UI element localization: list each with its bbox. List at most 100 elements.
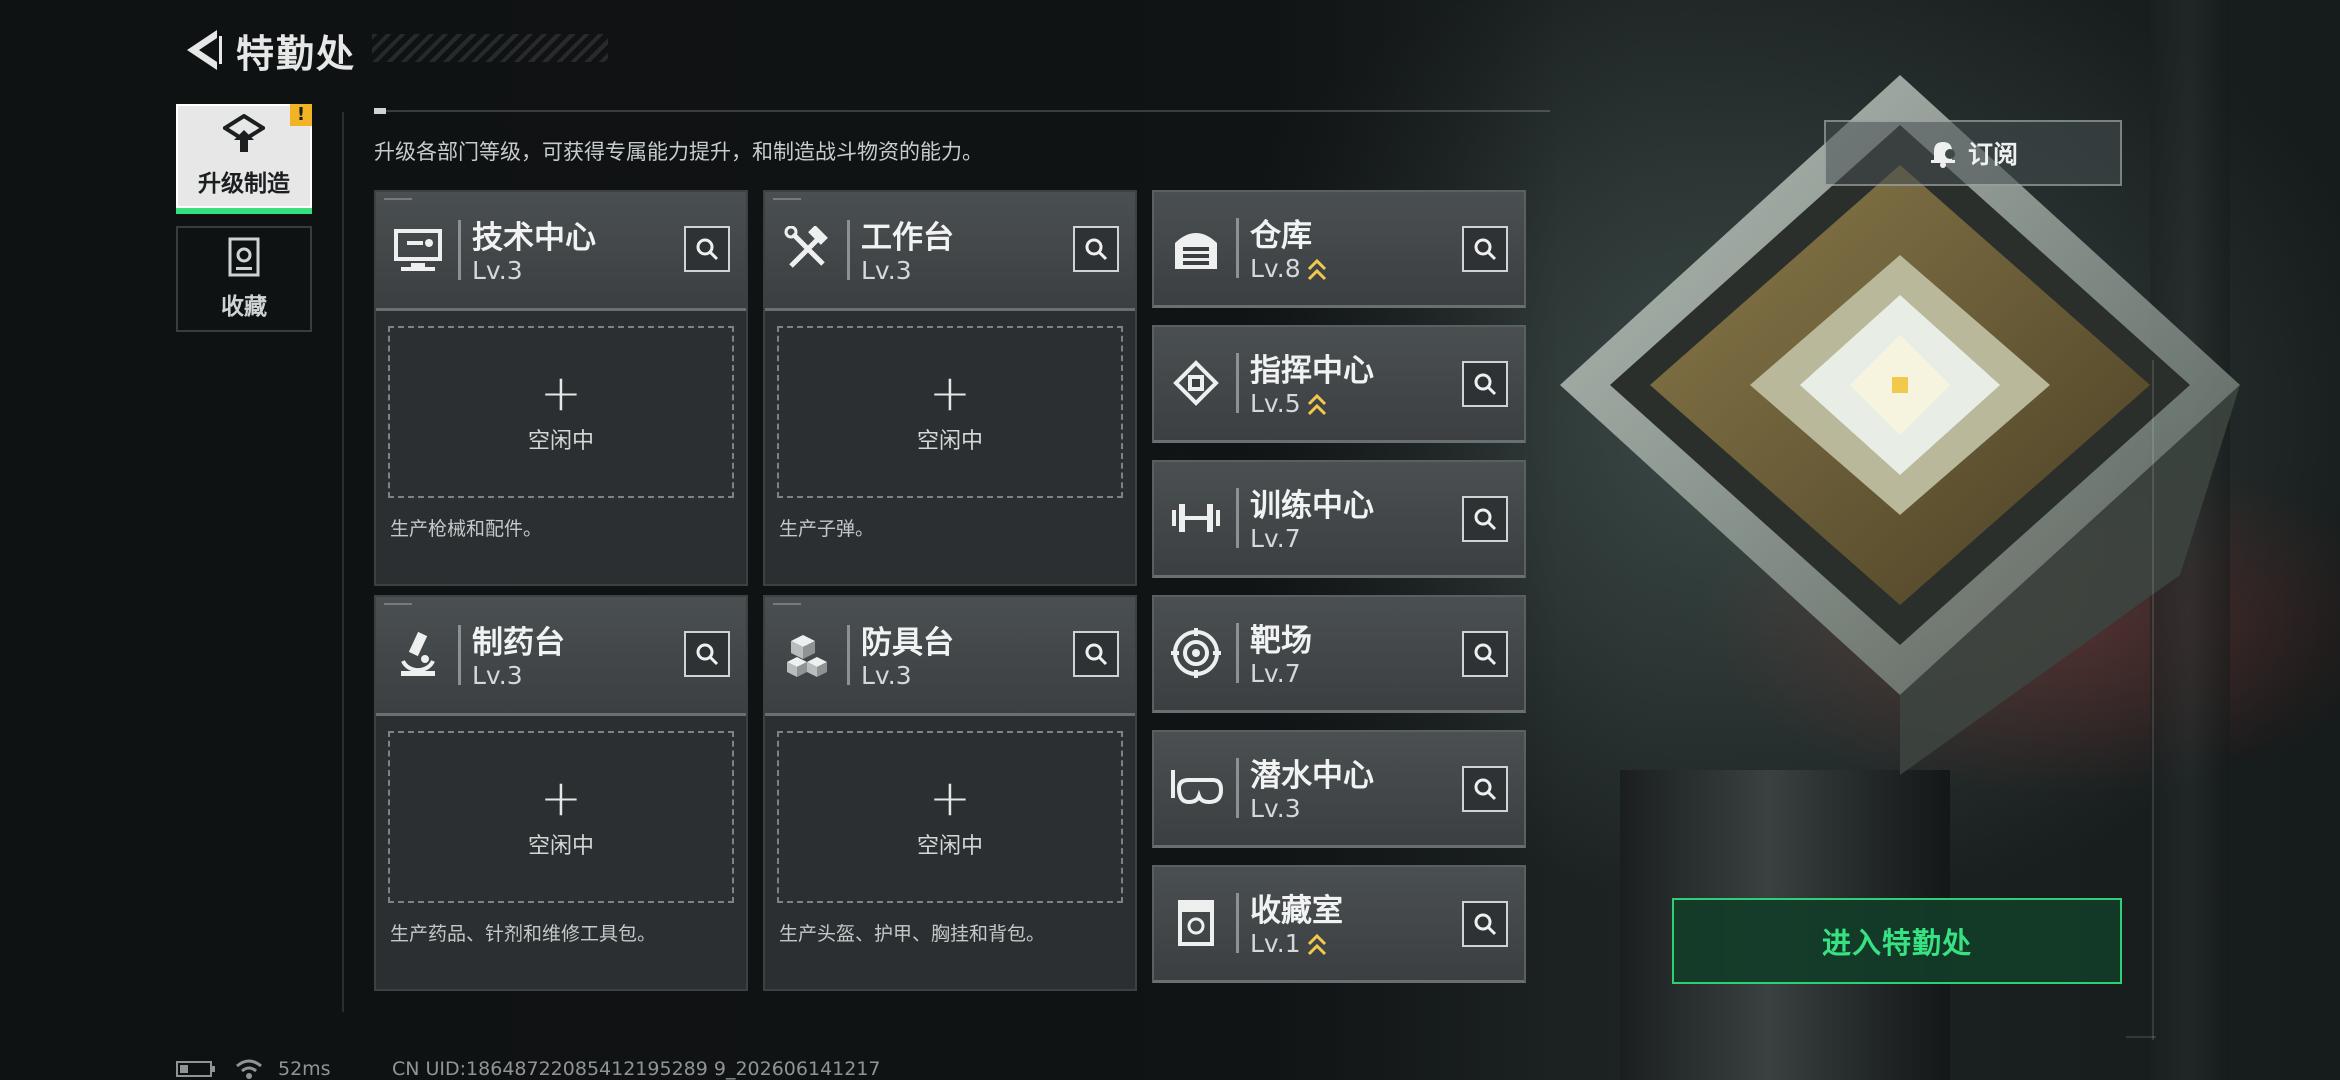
search-icon <box>1085 238 1108 261</box>
status-bar: 52ms <box>176 1058 331 1080</box>
tab-label-collection: 收藏 <box>221 294 267 320</box>
station-header: 防具台 Lv.3 <box>765 597 1135 716</box>
facility-level: Lv.1 <box>1250 929 1327 958</box>
tab-collection[interactable]: 收藏 <box>176 226 312 332</box>
facility-level: Lv.7 <box>1250 659 1301 688</box>
warning-badge: ! <box>290 104 312 126</box>
bell-icon <box>1930 142 1955 168</box>
tab-label-upgrade: 升级制造 <box>198 171 290 197</box>
page-title: 特勤处 <box>236 31 357 76</box>
inspect-button[interactable] <box>1462 766 1508 812</box>
blocks-icon <box>779 627 835 683</box>
inspect-button[interactable] <box>1462 901 1508 947</box>
search-icon <box>1474 913 1497 936</box>
tools-icon <box>779 222 835 278</box>
enter-label: 进入特勤处 <box>1821 926 1972 960</box>
microscope-icon <box>390 627 446 683</box>
add-icon: + <box>540 769 582 827</box>
battery-icon <box>176 1061 215 1077</box>
dumbbell-icon <box>1168 490 1224 546</box>
back-button[interactable] <box>178 25 228 75</box>
diving-mask-icon <box>1168 760 1224 816</box>
facility-card-command-center[interactable]: 指挥中心 Lv.5 <box>1152 325 1526 443</box>
slot-status: 空闲中 <box>916 429 983 454</box>
inspect-button[interactable] <box>1462 361 1508 407</box>
search-icon <box>696 238 719 261</box>
add-icon: + <box>540 364 582 422</box>
upgrade-icon <box>223 114 265 152</box>
facility-card-warehouse[interactable]: 仓库 Lv.8 <box>1152 190 1526 308</box>
station-header: 制药台 Lv.3 <box>376 597 746 716</box>
production-slot[interactable]: + 空闲中 <box>777 731 1123 903</box>
inspect-button[interactable] <box>1462 226 1508 272</box>
station-note: 生产头盔、护甲、胸挂和背包。 <box>779 923 1046 945</box>
inspect-button[interactable] <box>1073 631 1119 677</box>
facility-card-diving-center[interactable]: 潜水中心 Lv.3 <box>1152 730 1526 848</box>
search-icon <box>1474 508 1497 531</box>
facility-level: Lv.7 <box>1250 524 1301 553</box>
search-icon <box>696 643 719 666</box>
station-name: 技术中心 <box>472 220 596 256</box>
upgrade-available-icon <box>1307 258 1326 281</box>
search-icon <box>1474 373 1497 396</box>
upgrade-available-icon <box>1307 933 1326 956</box>
subscribe-button[interactable]: 订阅 <box>1824 120 2122 186</box>
facility-name: 收藏室 <box>1250 893 1343 929</box>
station-header: 技术中心 Lv.3 <box>376 192 746 311</box>
facility-card-shooting-range[interactable]: 靶场 Lv.7 <box>1152 595 1526 713</box>
station-level: Lv.3 <box>861 256 912 285</box>
facility-name: 潜水中心 <box>1250 758 1374 794</box>
facility-level: Lv.5 <box>1250 389 1327 418</box>
wifi-icon <box>236 1059 262 1079</box>
slot-status: 空闲中 <box>527 429 594 454</box>
title-stripe-decoration <box>372 34 608 62</box>
inspect-button[interactable] <box>1073 226 1119 272</box>
header-divider <box>374 110 1550 112</box>
upgrade-available-icon <box>1307 393 1326 416</box>
enter-special-ops-button[interactable]: 进入特勤处 <box>1672 898 2122 984</box>
tab-upgrade-craft[interactable]: 升级制造 ! <box>176 104 312 214</box>
inspect-button[interactable] <box>684 226 730 272</box>
station-card-tech-center: 技术中心 Lv.3 + 空闲中 生产枪械和配件。 <box>374 190 748 586</box>
facility-level: Lv.3 <box>1250 794 1301 823</box>
search-icon <box>1474 778 1497 801</box>
back-arrow-icon <box>187 30 222 70</box>
inspect-button[interactable] <box>1462 631 1508 677</box>
header: 特勤处 <box>178 22 356 78</box>
inspect-button[interactable] <box>684 631 730 677</box>
chip-icon <box>1168 355 1224 411</box>
facility-name: 靶场 <box>1250 623 1312 659</box>
divider-marker <box>374 108 386 114</box>
station-name: 制药台 <box>472 625 565 661</box>
station-name: 工作台 <box>861 220 954 256</box>
slot-status: 空闲中 <box>527 834 594 859</box>
search-icon <box>1085 643 1108 666</box>
ping-readout: 52ms <box>278 1058 331 1080</box>
station-level: Lv.3 <box>861 661 912 690</box>
player-uid: CN UID:18648722085412195289 9_2026061412… <box>392 1058 881 1080</box>
facility-level: Lv.8 <box>1250 254 1327 283</box>
warehouse-icon <box>1168 220 1224 276</box>
facility-card-collection-room[interactable]: 收藏室 Lv.1 <box>1152 865 1526 983</box>
target-icon <box>1168 625 1224 681</box>
station-card-armor-bench: 防具台 Lv.3 + 空闲中 生产头盔、护甲、胸挂和背包。 <box>763 595 1137 991</box>
computer-icon <box>390 222 446 278</box>
station-card-pharmacy: 制药台 Lv.3 + 空闲中 生产药品、针剂和维修工具包。 <box>374 595 748 991</box>
production-slot[interactable]: + 空闲中 <box>388 731 734 903</box>
production-slot[interactable]: + 空闲中 <box>777 326 1123 498</box>
station-header: 工作台 Lv.3 <box>765 192 1135 311</box>
production-slot[interactable]: + 空闲中 <box>388 326 734 498</box>
inspect-button[interactable] <box>1462 496 1508 542</box>
active-tab-indicator <box>176 208 312 214</box>
station-note: 生产枪械和配件。 <box>390 518 543 540</box>
facility-card-training-center[interactable]: 训练中心 Lv.7 <box>1152 460 1526 578</box>
station-level: Lv.3 <box>472 661 523 690</box>
search-icon <box>1474 643 1497 666</box>
search-icon <box>1474 238 1497 261</box>
add-icon: + <box>929 769 971 827</box>
add-icon: + <box>929 364 971 422</box>
facility-name: 仓库 <box>1250 218 1312 254</box>
subscribe-label: 订阅 <box>1967 140 2018 169</box>
facility-name: 指挥中心 <box>1250 353 1374 389</box>
station-note: 生产药品、针剂和维修工具包。 <box>390 923 657 945</box>
